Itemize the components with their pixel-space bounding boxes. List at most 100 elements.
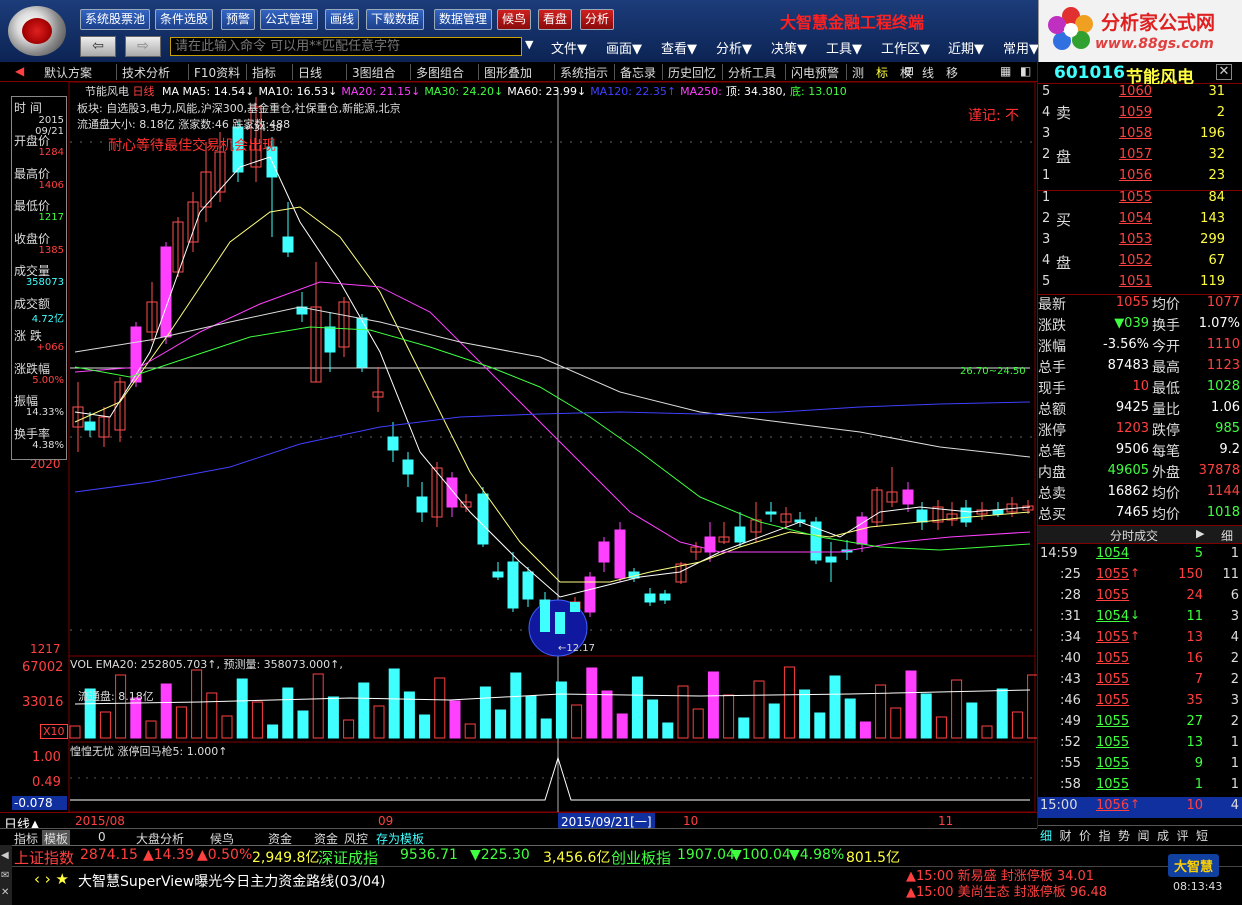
chart-toolbar-item-5[interactable]: 3图组合 xyxy=(352,64,396,81)
chart-toolbar-item-14[interactable]: 标 xyxy=(876,64,888,81)
tick-row[interactable]: :31 1054 ↓ 11 3 xyxy=(1038,608,1242,629)
right-tab-6[interactable]: 成 xyxy=(1157,827,1169,844)
chart-toolbar-item-6[interactable]: 多图组合 xyxy=(416,64,464,81)
tick-row[interactable]: :52 1055 13 1 xyxy=(1038,734,1242,755)
right-tab-2[interactable]: 价 xyxy=(1079,827,1091,844)
tick-row[interactable]: :58 1055 1 1 xyxy=(1038,776,1242,797)
kline-chart[interactable] xyxy=(0,82,1037,828)
right-tab-7[interactable]: 评 xyxy=(1177,827,1189,844)
mail-icon[interactable]: ✉ xyxy=(1,870,9,881)
right-tab-8[interactable]: 短 xyxy=(1196,827,1208,844)
chart-toolbar-item-1[interactable]: 技术分析 xyxy=(122,64,170,81)
chart-toolbar-item-2[interactable]: F10资料 xyxy=(194,64,240,81)
menu-item-0[interactable]: 文件▼ xyxy=(551,38,587,57)
close-icon[interactable]: ✕ xyxy=(1216,64,1232,80)
chart-toolbar-item-16[interactable]: 线 xyxy=(922,64,934,81)
news-nav-icon[interactable]: ‹ › ★ xyxy=(34,870,69,888)
index-bar: 上证指数 2874.15 ▲14.39 ▲0.50% 2,949.8亿 深证成指… xyxy=(0,845,1242,868)
menu-item-4[interactable]: 决策▼ xyxy=(771,38,807,57)
toolbar-button-0[interactable]: 系统股票池 xyxy=(80,9,151,30)
toolbar-button-4[interactable]: 画线 xyxy=(325,9,360,30)
chart-toolbar-item-11[interactable]: 分析工具 xyxy=(728,64,776,81)
sound-icon[interactable]: ◀ xyxy=(1,850,9,861)
volume-bar xyxy=(571,704,583,739)
tick-row[interactable]: :43 1055 7 2 xyxy=(1038,671,1242,692)
alert-line-2[interactable]: ▲15:00 美尚生态 封涨停板 96.48 xyxy=(906,881,1107,900)
toolbar-button-1[interactable]: 条件选股 xyxy=(155,9,214,30)
grid-icon[interactable]: ▦ xyxy=(1000,64,1011,78)
stat-value: 1203 xyxy=(1115,421,1149,436)
chart-toolbar-item-10[interactable]: 历史回忆 xyxy=(668,64,716,81)
sell-row[interactable]: 3 1058 196 xyxy=(1038,126,1242,147)
menu-item-5[interactable]: 工具▼ xyxy=(826,38,862,57)
cy-index-label[interactable]: 创业板指 xyxy=(611,847,671,868)
ticks-detail-button[interactable]: 细 xyxy=(1221,527,1233,544)
tick-row[interactable]: 15:00 1056 ↑ 10 4 xyxy=(1038,797,1242,818)
right-tab-1[interactable]: 财 xyxy=(1060,827,1072,844)
menu-item-3[interactable]: 分析▼ xyxy=(716,38,752,57)
stat-value: 7465 xyxy=(1115,505,1149,520)
chart-toolbar-item-13[interactable]: 测 xyxy=(852,64,864,81)
chart-toolbar-item-8[interactable]: 系统指示 xyxy=(560,64,608,81)
red-button-2[interactable]: 分析 xyxy=(580,9,615,30)
news-ticker[interactable]: 大智慧SuperView曝光今日主力资金路线(03/04) xyxy=(78,871,386,891)
volume-bar xyxy=(130,697,142,739)
volume-bar xyxy=(647,699,659,739)
buy-row[interactable]: 5 1051 119 xyxy=(1038,274,1242,295)
dzh-logo[interactable]: 大智慧 xyxy=(1168,854,1220,877)
tick-row[interactable]: :28 1055 24 6 xyxy=(1038,587,1242,608)
chart-toolbar-item-12[interactable]: 闪电预警 xyxy=(791,64,839,81)
menu-item-2[interactable]: 查看▼ xyxy=(661,38,697,57)
chart-toolbar-item-17[interactable]: 移 xyxy=(946,64,958,81)
right-tab-3[interactable]: 指 xyxy=(1099,827,1111,844)
toolbar-left-arrow-icon[interactable]: ◀ xyxy=(15,64,24,78)
tick-row[interactable]: :49 1055 27 2 xyxy=(1038,713,1242,734)
command-input[interactable]: 请在此输入命令 可以用**匹配任意字符 xyxy=(170,37,522,56)
bottom-tab-2[interactable]: 0 xyxy=(98,830,106,844)
brand-url[interactable]: www.88gs.com xyxy=(1095,36,1214,52)
sh-index-label[interactable]: 上证指数 xyxy=(14,847,74,868)
toolbar-button-6[interactable]: 数据管理 xyxy=(434,9,493,30)
toolbar-button-5[interactable]: 下载数据 xyxy=(366,9,425,30)
ticks-nav-icon[interactable]: ▶ xyxy=(1196,527,1204,540)
sz-index-label[interactable]: 深证成指 xyxy=(318,847,378,868)
red-button-0[interactable]: 候鸟 xyxy=(497,9,532,30)
chart-toolbar-item-9[interactable]: 备忘录 xyxy=(620,64,656,81)
forward-button[interactable]: ⇨ xyxy=(125,36,161,57)
buy-price: 1051 xyxy=(1118,274,1152,289)
candle xyxy=(614,529,626,579)
tick-row[interactable]: :46 1055 35 3 xyxy=(1038,692,1242,713)
crosshair-icon[interactable]: ⊞ xyxy=(904,64,914,78)
indicator-y-mid: 0.49 xyxy=(32,775,61,790)
red-button-1[interactable]: 看盘 xyxy=(538,9,573,30)
stat-value: 1018 xyxy=(1206,505,1240,520)
tick-count: 3 xyxy=(1230,609,1239,624)
expand-icon[interactable]: ◧ xyxy=(1020,64,1031,78)
menu-item-7[interactable]: 近期▼ xyxy=(948,38,984,57)
tick-count: 2 xyxy=(1230,714,1239,729)
tick-row[interactable]: :34 1055 ↑ 13 4 xyxy=(1038,629,1242,650)
chart-toolbar-item-4[interactable]: 日线 xyxy=(298,64,322,81)
tick-row[interactable]: 14:59 1054 5 1 xyxy=(1038,545,1242,566)
chart-toolbar-item-7[interactable]: 图形叠加 xyxy=(484,64,532,81)
command-dropdown-icon[interactable]: ▼ xyxy=(525,38,533,51)
chart-toolbar-item-0[interactable]: 默认方案 xyxy=(44,64,92,81)
right-tab-0[interactable]: 细 xyxy=(1040,827,1052,844)
sell-row[interactable]: 1 1056 23 xyxy=(1038,168,1242,189)
close-icon[interactable]: ✕ xyxy=(1,887,9,898)
chart-toolbar-item-3[interactable]: 指标 xyxy=(252,64,276,81)
tick-row[interactable]: :55 1055 9 1 xyxy=(1038,755,1242,776)
tick-row[interactable]: :25 1055 ↑ 150 11 xyxy=(1038,566,1242,587)
toolbar-button-2[interactable]: 预警 xyxy=(221,9,256,30)
right-tab-5[interactable]: 闻 xyxy=(1138,827,1150,844)
buy-row[interactable]: 1 1055 84 xyxy=(1038,190,1242,211)
menu-item-1[interactable]: 画面▼ xyxy=(606,38,642,57)
toolbar-button-3[interactable]: 公式管理 xyxy=(260,9,319,30)
tick-row[interactable]: :40 1055 16 2 xyxy=(1038,650,1242,671)
right-tab-4[interactable]: 势 xyxy=(1118,827,1130,844)
menu-item-6[interactable]: 工作区▼ xyxy=(881,38,930,57)
stat-label: 现手 xyxy=(1038,381,1066,397)
menu-item-8[interactable]: 常用▼ xyxy=(1003,38,1039,57)
buy-row[interactable]: 3 1053 299 xyxy=(1038,232,1242,253)
back-button[interactable]: ⇦ xyxy=(80,36,116,57)
